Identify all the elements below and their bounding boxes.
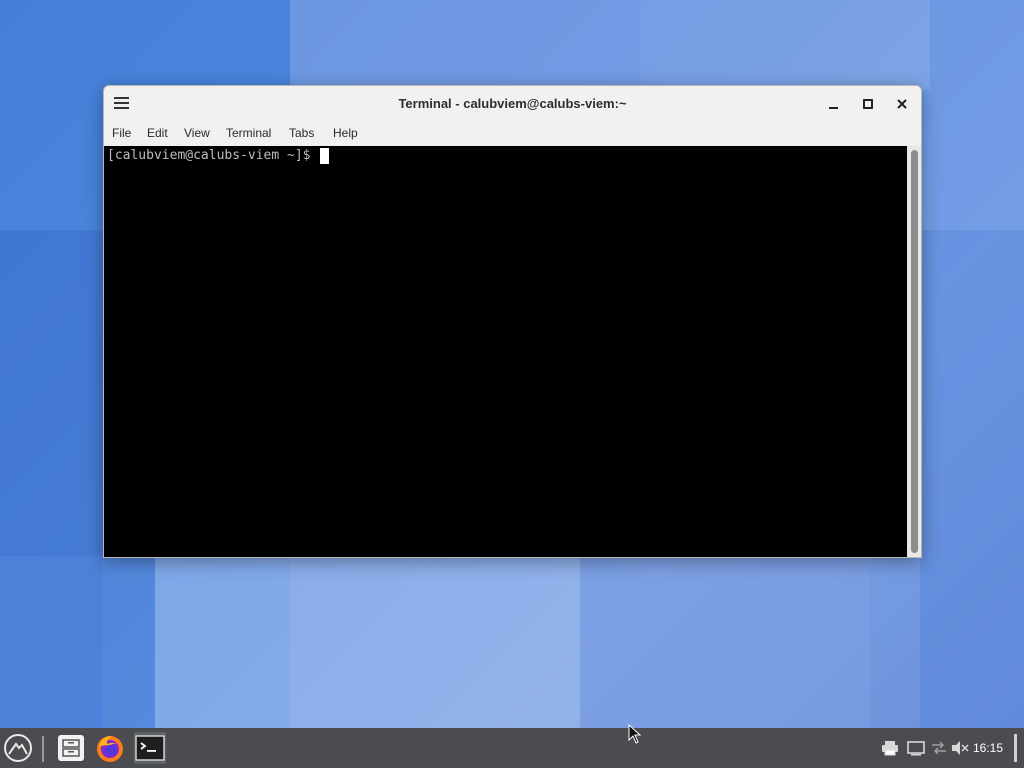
wallpaper-facet xyxy=(290,0,640,90)
close-button[interactable] xyxy=(892,94,912,114)
menu-edit[interactable]: Edit xyxy=(147,121,168,146)
menu-tabs[interactable]: Tabs xyxy=(289,121,314,146)
taskbar-separator xyxy=(42,736,44,762)
file-manager-icon xyxy=(58,735,84,761)
wallpaper-facet xyxy=(290,556,580,728)
network-icon[interactable] xyxy=(930,740,948,756)
clock[interactable]: 16:15 xyxy=(973,728,1003,768)
firefox-icon xyxy=(97,736,123,762)
close-icon xyxy=(897,99,907,109)
terminal-window[interactable]: Terminal - calubviem@calubs-viem:~ File … xyxy=(103,85,922,558)
mouse-pointer-icon xyxy=(628,724,642,744)
wallpaper-facet xyxy=(580,556,870,728)
wallpaper-facet xyxy=(930,0,1024,230)
volume-muted-icon[interactable] xyxy=(951,740,969,756)
wallpaper-facet xyxy=(920,230,1024,728)
show-desktop-handle[interactable] xyxy=(1014,734,1017,762)
wallpaper-facet xyxy=(640,0,930,90)
menu-file[interactable]: File xyxy=(112,121,131,146)
display-icon[interactable] xyxy=(907,740,925,756)
terminal-output[interactable]: [calubviem@calubs-viem ~]$ xyxy=(104,146,907,557)
firefox-launcher[interactable] xyxy=(94,732,126,764)
vertical-scrollbar[interactable] xyxy=(907,146,921,557)
taskbar: 16:15 xyxy=(0,728,1024,768)
window-titlebar[interactable]: Terminal - calubviem@calubs-viem:~ xyxy=(104,86,921,121)
menu-help[interactable]: Help xyxy=(333,121,358,146)
terminal-launcher[interactable] xyxy=(134,732,166,764)
menu-view[interactable]: View xyxy=(184,121,210,146)
scrollbar-thumb[interactable] xyxy=(911,150,918,553)
text-cursor xyxy=(320,148,330,164)
terminal-icon xyxy=(135,735,165,761)
maximize-icon xyxy=(863,99,873,109)
menu-bar: File Edit View Terminal Tabs Help xyxy=(104,121,921,146)
window-title: Terminal - calubviem@calubs-viem:~ xyxy=(398,96,627,111)
maximize-button[interactable] xyxy=(858,94,878,114)
file-manager-launcher[interactable] xyxy=(55,732,87,764)
minimize-button[interactable] xyxy=(824,94,844,114)
wallpaper-facet xyxy=(0,556,155,728)
prompt-line: [calubviem@calubs-viem ~]$ xyxy=(107,148,330,164)
shell-prompt: [calubviem@calubs-viem ~]$ xyxy=(107,148,319,163)
menu-terminal[interactable]: Terminal xyxy=(226,121,271,146)
minimize-icon xyxy=(829,107,838,109)
app-menu-button[interactable] xyxy=(2,732,34,764)
wallpaper-facet xyxy=(155,556,290,728)
app-menu-icon xyxy=(4,734,32,762)
printer-icon[interactable] xyxy=(881,740,899,756)
